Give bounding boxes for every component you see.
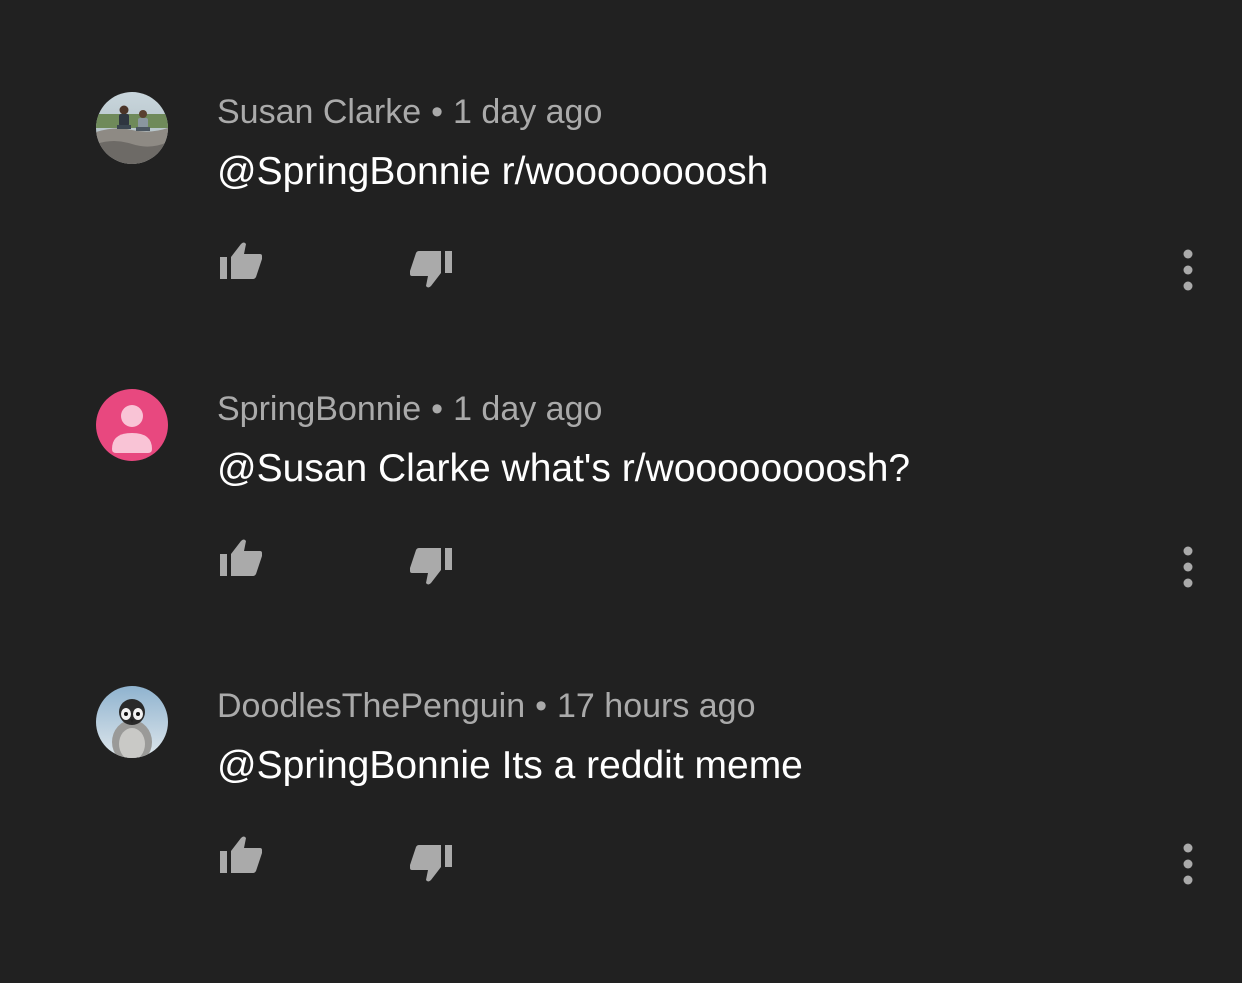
dislike-button[interactable]: [402, 238, 462, 298]
comment-meta: DoodlesThePenguin • 17 hours ago: [217, 686, 756, 726]
thumbs-up-icon: [220, 836, 262, 873]
comment-timestamp[interactable]: 1 day ago: [453, 93, 602, 131]
meta-separator: •: [431, 93, 444, 131]
comment-item: SpringBonnie • 1 day ago @Susan Clarke wha…: [0, 389, 1242, 686]
comment-timestamp[interactable]: 17 hours ago: [557, 687, 756, 725]
dislike-button[interactable]: [402, 535, 462, 595]
comment-timestamp[interactable]: 1 day ago: [453, 390, 602, 428]
thumbs-down-icon: [410, 548, 452, 585]
comment-author[interactable]: Susan Clarke: [217, 93, 421, 131]
avatar[interactable]: [96, 92, 168, 164]
thumbs-down-icon: [410, 845, 452, 882]
more-options-button[interactable]: [1158, 834, 1218, 894]
thumbs-up-icon: [220, 539, 262, 576]
penguin-icon: [96, 686, 168, 758]
dislike-button[interactable]: [402, 832, 462, 892]
more-vert-icon: [1183, 546, 1193, 588]
comment-text: @Susan Clarke what's r/woooooooosh?: [217, 447, 911, 490]
photo-avatar-icon: [96, 92, 168, 164]
comment-text: @SpringBonnie Its a reddit meme: [217, 744, 803, 787]
avatar[interactable]: [96, 686, 168, 758]
comment-text: @SpringBonnie r/woooooooosh: [217, 150, 769, 193]
like-button[interactable]: [210, 826, 270, 886]
meta-separator: •: [535, 687, 548, 725]
more-options-button[interactable]: [1158, 537, 1218, 597]
comment-author[interactable]: DoodlesThePenguin: [217, 687, 525, 725]
meta-separator: •: [431, 390, 444, 428]
comment-author[interactable]: SpringBonnie: [217, 390, 421, 428]
more-vert-icon: [1183, 249, 1193, 291]
default-person-icon: [96, 389, 168, 461]
thumbs-down-icon: [410, 251, 452, 288]
more-options-button[interactable]: [1158, 240, 1218, 300]
comment-item: Susan Clarke • 1 day ago @SpringBonnie r/w…: [0, 92, 1242, 389]
like-button[interactable]: [210, 529, 270, 589]
comment-meta: SpringBonnie • 1 day ago: [217, 389, 602, 429]
thumbs-up-icon: [220, 242, 262, 279]
avatar[interactable]: [96, 389, 168, 461]
comment-item: DoodlesThePenguin • 17 hours ago @SpringBo…: [0, 686, 1242, 983]
more-vert-icon: [1183, 843, 1193, 885]
like-button[interactable]: [210, 232, 270, 292]
comment-meta: Susan Clarke • 1 day ago: [217, 92, 602, 132]
